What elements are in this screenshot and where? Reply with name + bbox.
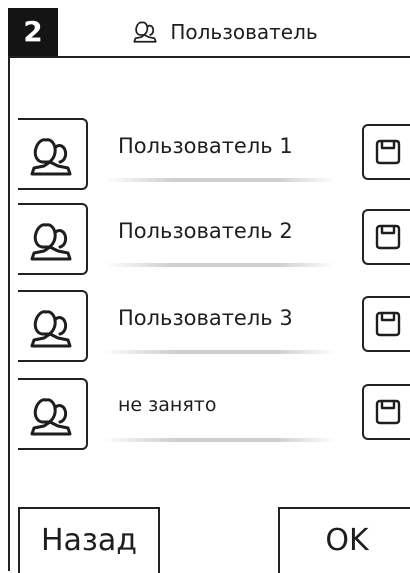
- save-user-4-button[interactable]: [362, 384, 410, 440]
- user-4-button[interactable]: [18, 378, 88, 450]
- floppy-disk-icon: [375, 139, 401, 165]
- save-user-1-button[interactable]: [362, 124, 410, 180]
- user-row-2: Пользователь 2: [0, 203, 410, 275]
- user-icon: [30, 398, 72, 436]
- user-1-button[interactable]: [18, 118, 88, 190]
- user-icon: [30, 310, 72, 348]
- user-2-button[interactable]: [18, 203, 88, 275]
- user-1-label[interactable]: Пользователь 1: [118, 134, 293, 158]
- divider: [103, 263, 336, 267]
- user-icon: [30, 223, 72, 261]
- divider: [103, 438, 336, 442]
- save-user-2-button[interactable]: [362, 209, 410, 265]
- back-button[interactable]: Назад: [18, 507, 160, 573]
- user-row-1: Пользователь 1: [0, 118, 410, 190]
- user-3-button[interactable]: [18, 290, 88, 362]
- save-user-3-button[interactable]: [362, 296, 410, 352]
- page-number-badge: 2: [8, 8, 58, 56]
- divider: [103, 350, 336, 354]
- floppy-disk-icon: [375, 399, 401, 425]
- user-icon: [133, 21, 157, 43]
- page-title-text: Пользователь: [170, 20, 318, 44]
- user-3-label[interactable]: Пользователь 3: [118, 306, 293, 330]
- user-screen: 2 Пользователь Пользователь 1 Пользовате…: [0, 0, 410, 573]
- floppy-disk-icon: [375, 224, 401, 250]
- user-row-3: Пользователь 3: [0, 290, 410, 362]
- user-icon: [30, 138, 72, 176]
- header-bar: 2 Пользователь: [8, 8, 410, 58]
- ok-button[interactable]: OK: [278, 507, 410, 573]
- user-row-4: не занято: [0, 378, 410, 450]
- floppy-disk-icon: [375, 311, 401, 337]
- divider: [103, 178, 336, 182]
- user-2-label[interactable]: Пользователь 2: [118, 219, 293, 243]
- user-4-label[interactable]: не занято: [118, 394, 216, 416]
- page-title: Пользователь: [132, 8, 318, 56]
